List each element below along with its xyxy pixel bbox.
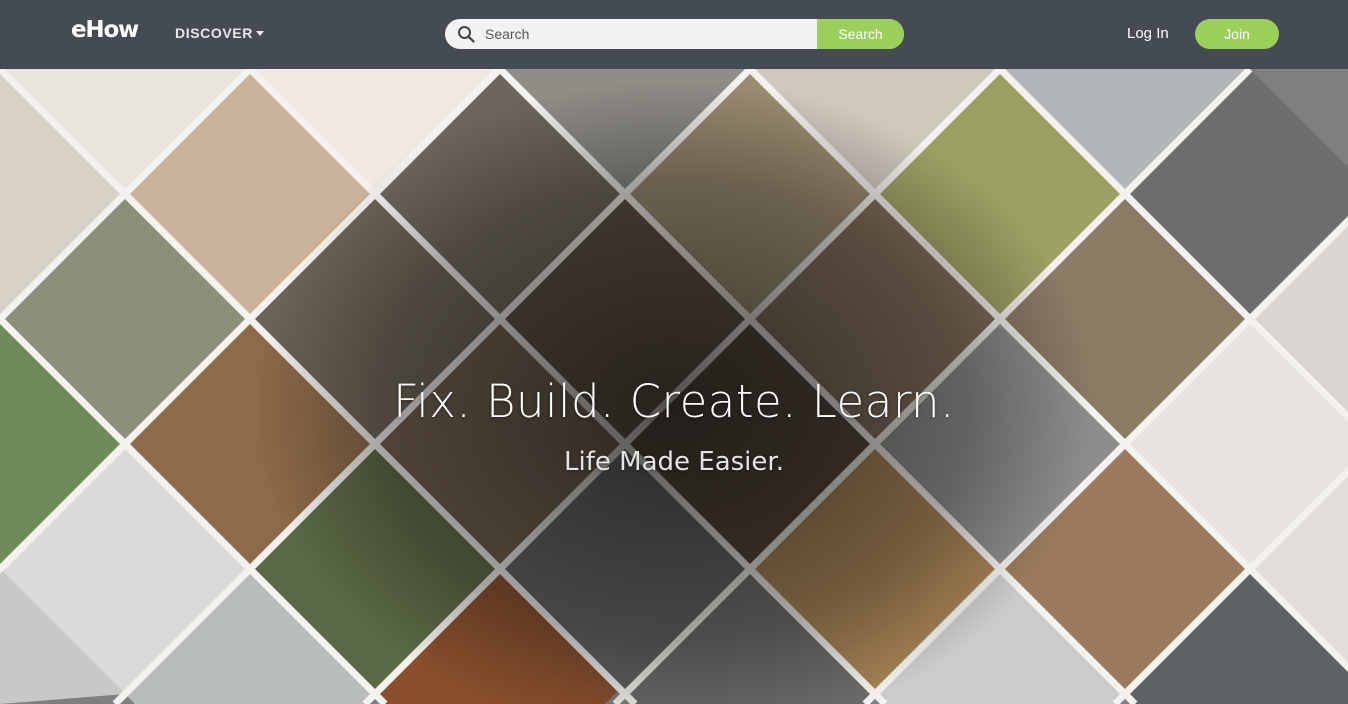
search-field[interactable] [445,19,817,49]
search-bar: Search [445,19,904,49]
discover-label: DISCOVER [175,25,253,41]
hero-subline: Life Made Easier. [564,447,784,477]
site-header: eHow DISCOVER Search Log In Join [0,0,1348,69]
hero-banner: Fix. Build. Create. Learn. Life Made Eas… [0,69,1348,704]
join-button[interactable]: Join [1195,19,1279,49]
hero-headline: Fix. Build. Create. Learn. [393,375,955,428]
magnifier-icon [458,26,475,43]
discover-menu[interactable]: DISCOVER [175,25,264,41]
search-button[interactable]: Search [817,19,904,49]
caret-down-icon [255,30,264,36]
search-input[interactable] [485,19,815,49]
ehow-logo[interactable]: eHow [71,17,139,43]
login-link[interactable]: Log In [1127,25,1169,42]
